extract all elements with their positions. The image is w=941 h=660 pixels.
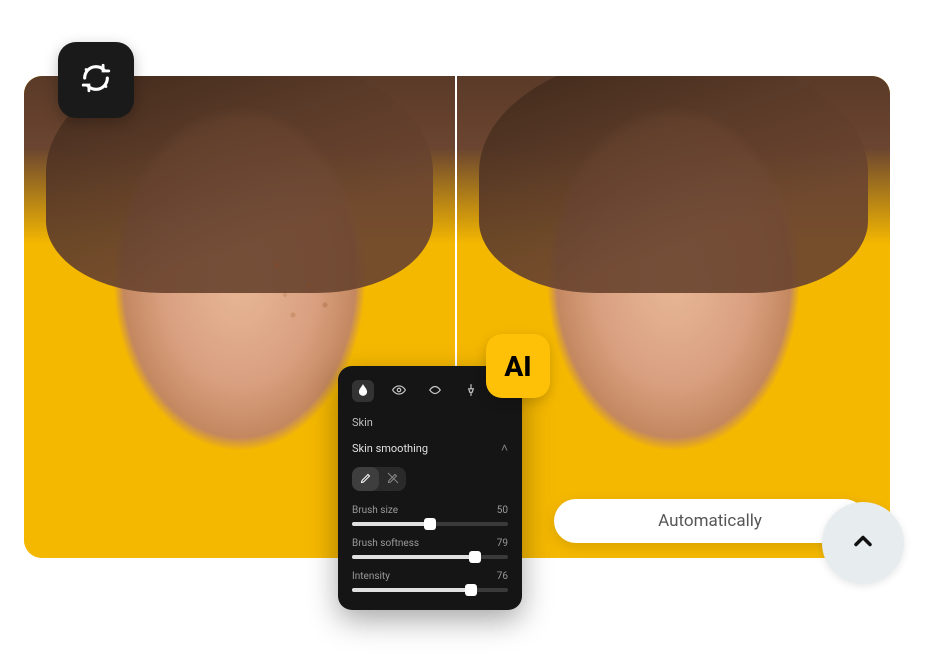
slider-brush-size: Brush size 50 xyxy=(352,505,508,526)
slider-thumb[interactable] xyxy=(469,551,481,563)
section-skin-smoothing[interactable]: Skin smoothing ˄ xyxy=(352,441,508,455)
tool-droplet[interactable] xyxy=(352,380,374,402)
sync-badge[interactable] xyxy=(58,42,134,118)
sync-sparkle-icon xyxy=(79,61,113,99)
mouth-icon xyxy=(428,382,442,401)
slider-value: 50 xyxy=(497,505,508,516)
pin-icon xyxy=(464,382,478,401)
slider-track[interactable] xyxy=(352,522,508,526)
slider-intensity: Intensity 76 xyxy=(352,571,508,592)
skin-panel: Skin Skin smoothing ˄ Brush size 50 Br xyxy=(338,366,522,610)
eye-icon xyxy=(392,382,406,401)
slider-label: Brush size xyxy=(352,505,398,516)
slider-value: 79 xyxy=(497,538,508,549)
ai-badge-label: AI xyxy=(504,350,531,383)
tool-eye[interactable] xyxy=(388,380,410,402)
chevron-up-icon: ˄ xyxy=(501,441,508,455)
automatically-pill[interactable]: Automatically xyxy=(554,499,866,543)
slider-value: 76 xyxy=(497,571,508,582)
brush-add-icon xyxy=(360,472,372,487)
slider-thumb[interactable] xyxy=(424,518,436,530)
slider-track[interactable] xyxy=(352,555,508,559)
droplet-icon xyxy=(356,382,370,401)
section-label: Skin smoothing xyxy=(352,442,428,455)
tool-row xyxy=(352,380,508,402)
tool-mouth[interactable] xyxy=(424,380,446,402)
brush-erase-icon xyxy=(387,472,399,487)
chevron-up-icon xyxy=(849,527,877,559)
slider-label: Brush softness xyxy=(352,538,419,549)
brush-erase-button[interactable] xyxy=(379,467,406,491)
slider-track[interactable] xyxy=(352,588,508,592)
slider-label: Intensity xyxy=(352,571,390,582)
brush-mode-toggle xyxy=(352,467,406,491)
auto-pill-label: Automatically xyxy=(658,511,762,531)
brush-add-button[interactable] xyxy=(352,467,379,491)
tool-pin[interactable] xyxy=(460,380,482,402)
panel-title: Skin xyxy=(352,416,508,429)
slider-thumb[interactable] xyxy=(465,584,477,596)
slider-brush-softness: Brush softness 79 xyxy=(352,538,508,559)
ai-badge: AI xyxy=(486,334,550,398)
scroll-to-top-button[interactable] xyxy=(822,502,904,584)
